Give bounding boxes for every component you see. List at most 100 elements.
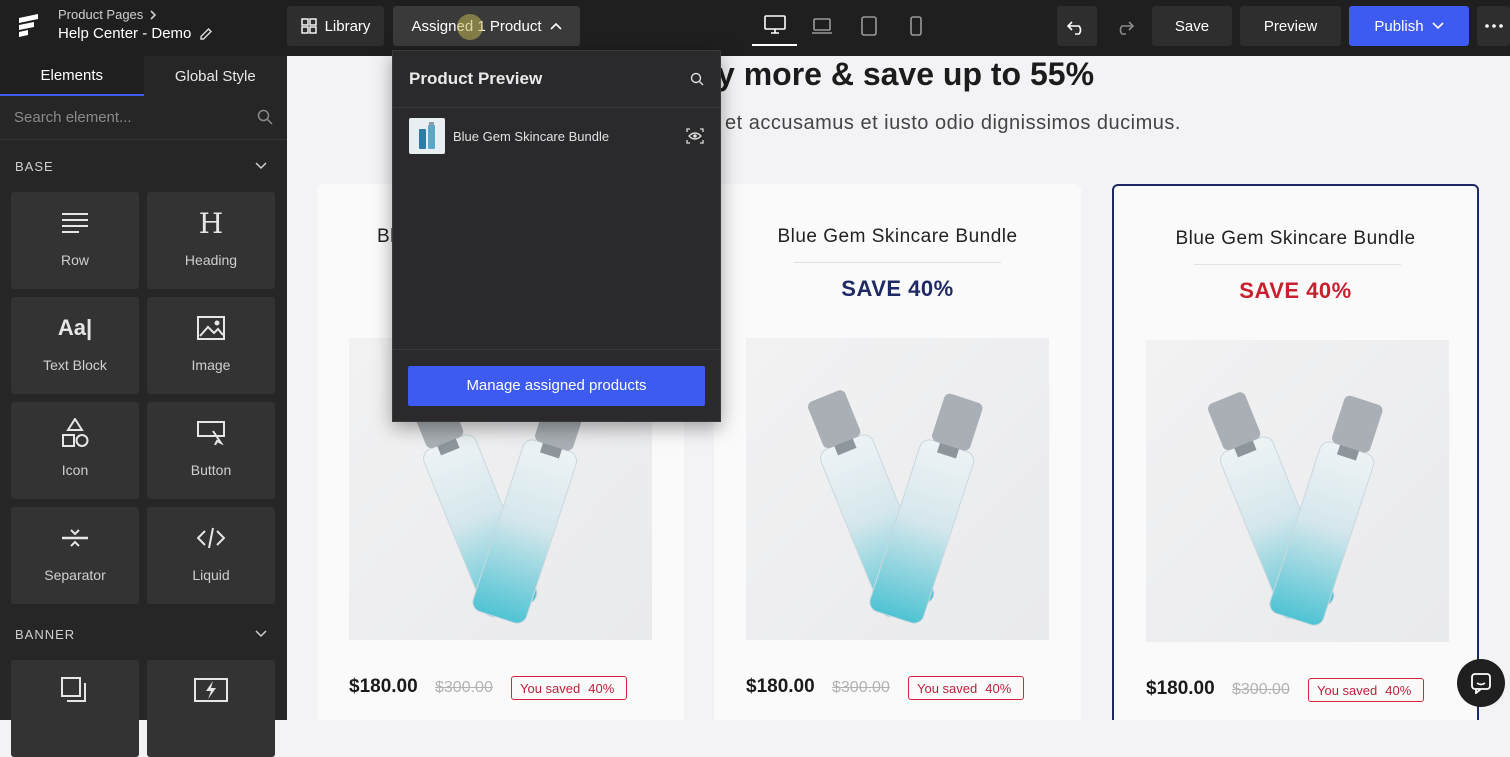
search-icon[interactable] [690,72,704,86]
page-name-label: Help Center - Demo [58,25,192,42]
desktop-view-button[interactable] [752,6,797,46]
product-title: Blue Gem Skincare Bundle [777,226,1018,247]
mobile-view-button[interactable] [893,6,938,46]
button-icon [197,421,225,445]
tablet-view-button[interactable] [846,6,891,46]
more-horizontal-icon [1484,24,1503,28]
saved-badge-percent: 40% [588,680,615,696]
serum-bottles-illustration [808,390,983,624]
title-divider [1194,264,1401,265]
image-icon [197,316,225,340]
element-heading[interactable]: H Heading [147,192,275,289]
device-switcher [752,6,938,46]
element-button-label: Button [190,462,232,478]
search-input[interactable] [14,109,244,126]
separator-icon [62,529,88,547]
library-button[interactable]: Library [287,6,384,46]
product-preview-header: Product Preview [393,51,720,108]
library-label: Library [324,17,371,35]
product-thumbnail [409,118,445,154]
section-banner-title: BANNER [15,626,76,642]
tab-global-style-label: Global Style [174,67,256,85]
undo-icon [1067,21,1082,35]
section-headline[interactable]: y more & save up to 55% [717,56,1094,93]
product-preview-title: Product Preview [409,69,543,88]
element-button[interactable]: Button [147,402,275,499]
page-title: Help Center - Demo [58,25,213,42]
eye-scan-icon[interactable] [686,128,704,144]
element-banner-flash[interactable] [147,660,275,757]
layers-icon [61,677,86,702]
element-row-label: Row [60,252,89,268]
chevron-down-icon [255,162,267,170]
tablet-icon [860,16,877,36]
tab-elements-label: Elements [40,66,104,84]
product-card-selected[interactable]: Blue Gem Skincare Bundle SAVE 40% $180.0… [1112,184,1479,720]
product-image[interactable] [1146,340,1449,642]
breadcrumb-label[interactable]: Product Pages [58,7,143,22]
banner-elements-grid [0,660,287,757]
product-image[interactable] [746,338,1049,640]
element-search [0,96,287,140]
mobile-icon [909,16,922,36]
laptop-view-button[interactable] [799,6,844,46]
assigned-product-button[interactable]: Assigned 1 Product [393,6,580,46]
search-icon [257,109,273,125]
preview-button[interactable]: Preview [1240,6,1341,46]
top-bar: Product Pages Help Center - Demo Library… [0,0,1510,56]
publish-button[interactable]: Publish [1349,6,1469,46]
save-percent-text: SAVE 40% [1239,278,1352,303]
undo-button[interactable] [1057,6,1097,46]
publish-label: Publish [1374,17,1424,35]
save-percent-text: SAVE 40% [841,276,954,301]
product-preview-footer: Manage assigned products [393,349,720,421]
section-base-header[interactable]: BASE [0,140,287,192]
product-title: Blue Gem Skincare Bundle [1175,228,1416,249]
redo-icon [1119,21,1134,35]
product-compare-price: $300.00 [435,679,493,696]
element-text-block[interactable]: Aa| Text Block [11,297,139,394]
sidebar-tabs: Elements Global Style [0,56,287,96]
section-base-title: BASE [15,158,54,174]
element-banner-layers[interactable] [11,660,139,757]
app-logo [19,14,38,37]
element-image-label: Image [191,357,231,373]
element-icon-label: Icon [61,462,89,478]
saved-badge-label: You saved [917,680,978,696]
product-compare-price: $300.00 [832,679,890,696]
laptop-icon [811,18,832,34]
element-icon[interactable]: Icon [11,402,139,499]
tab-global-style[interactable]: Global Style [144,56,288,96]
saved-badge: You saved 40% [511,676,628,700]
saved-badge: You saved 40% [908,676,1025,700]
breadcrumb[interactable]: Product Pages [58,7,157,22]
element-row[interactable]: Row [11,192,139,289]
save-label: Save [1174,17,1210,35]
preview-label: Preview [1263,17,1318,35]
element-heading-label: Heading [184,252,238,268]
base-elements-grid: Row H Heading Aa| Text Block Image Icon … [0,192,287,604]
assigned-product-item[interactable]: Blue Gem Skincare Bundle [393,108,720,164]
saved-badge-label: You saved [520,680,581,696]
element-liquid[interactable]: Liquid [147,507,275,604]
element-image[interactable]: Image [147,297,275,394]
product-price: $180.00 [1146,678,1215,699]
serum-bottles-illustration [1208,392,1383,626]
manage-assigned-products-button[interactable]: Manage assigned products [408,365,705,406]
section-banner-header[interactable]: BANNER [0,608,287,660]
heading-icon: H [198,206,224,240]
chat-icon [1471,673,1491,694]
product-card[interactable]: Blue Gem Skincare Bundle SAVE 40% $180.0… [714,184,1081,720]
more-options-button[interactable] [1477,6,1510,46]
tab-elements[interactable]: Elements [0,56,144,96]
redo-button[interactable] [1104,6,1144,46]
save-button[interactable]: Save [1152,6,1232,46]
shapes-icon [62,418,89,447]
section-subheadline[interactable]: et accusamus et iusto odio dignissimos d… [725,112,1181,135]
saved-badge-label: You saved [1317,682,1378,698]
bottle-thumbnail-icon [419,122,435,149]
pencil-icon[interactable] [199,27,213,41]
element-separator[interactable]: Separator [11,507,139,604]
chevron-down-icon [1432,22,1444,30]
chat-support-button[interactable] [1457,659,1505,707]
